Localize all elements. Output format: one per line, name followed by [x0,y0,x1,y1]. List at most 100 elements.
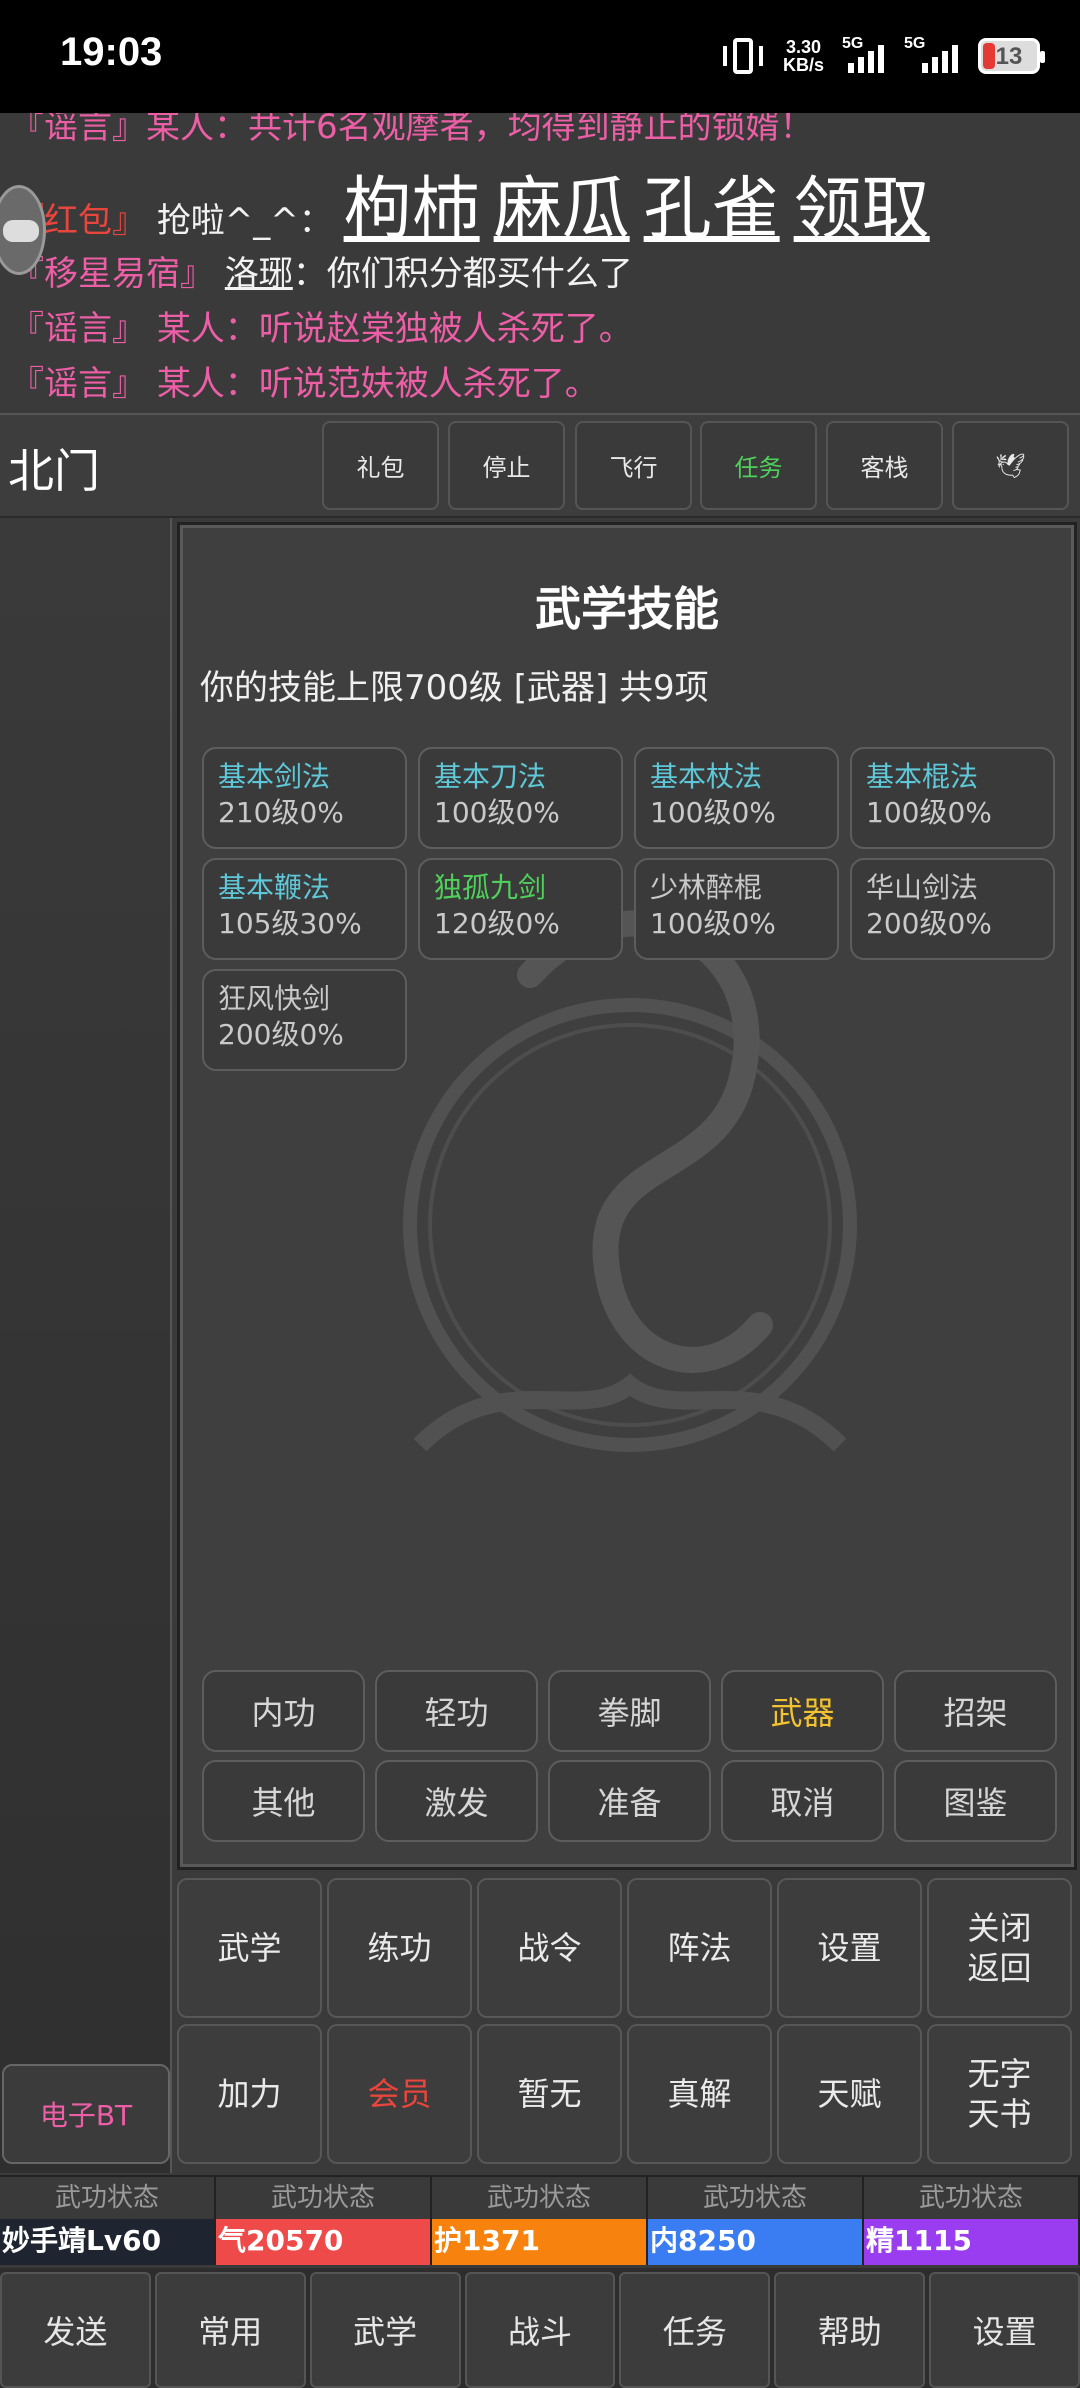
nav-send[interactable]: 发送 [0,2272,151,2388]
nav-battle[interactable]: 战斗 [464,2272,616,2388]
martial-state[interactable]: 武功状态 [0,2175,216,2219]
network-speed-unit: KB/s [782,55,824,75]
chat-text: ：你们积分都买什么了 [292,254,633,294]
tab-encyclopedia[interactable]: 图鉴 [894,1760,1057,1842]
essence-bar: 精1115 [864,2219,1080,2265]
settings-button[interactable]: 设置 [777,1878,922,2018]
chat-log[interactable]: 『谣言』某人：共计6名观摩者，均得到静止的锁婿！ 『红包』 抢啦^_^： 枸杮麻… [0,113,1080,413]
clock: 19:03 [60,30,163,74]
nav-quests[interactable]: 任务 [619,2272,771,2388]
nav-martial-arts[interactable]: 武学 [309,2272,461,2388]
tab-lightness[interactable]: 轻功 [375,1670,538,1752]
fly-button[interactable]: 飞行 [575,421,692,510]
signal-icon: 5G [842,35,886,73]
practice-button[interactable]: 练功 [327,1878,472,2018]
redpacket-word-link[interactable]: 孔雀 [644,170,780,249]
chat-text: 听说范妋被人杀死了。 [258,364,599,404]
skill-card[interactable]: 华山剑法 200级0% [850,858,1055,960]
nav-common[interactable]: 常用 [154,2272,306,2388]
skill-name: 基本棍法 [866,760,979,793]
skill-card[interactable]: 基本杖法 100级0% [634,747,839,849]
inn-button[interactable]: 客栈 [826,421,943,510]
skill-card[interactable]: 基本刀法 100级0% [418,747,623,849]
tab-other[interactable]: 其他 [202,1760,365,1842]
skill-name: 华山剑法 [866,871,979,904]
skill-name: 基本鞭法 [218,871,331,904]
chat-line: 『移星易宿』 洛琊：你们积分都买什么了 [10,246,633,295]
vip-button[interactable]: 会员 [327,2024,472,2164]
network-speed: 3.30 KB/s [783,38,824,74]
nav-help[interactable]: 帮助 [774,2272,926,2388]
skill-level: 100级0% [866,796,992,829]
martial-state[interactable]: 武功状态 [864,2175,1080,2219]
skill-card[interactable]: 基本鞭法 105级30% [202,858,407,960]
skill-level: 100级0% [650,796,776,829]
nav-settings[interactable]: 设置 [929,2272,1080,2388]
none-button[interactable]: 暂无 [477,2024,622,2164]
redpacket-word-link[interactable]: 麻瓜 [494,170,630,249]
chat-speaker: 某人： [156,309,259,349]
battle-pass-button[interactable]: 战令 [477,1878,622,2018]
status-bar: 19:03 3.30 KB/s 5G 5G 13 [0,0,1080,113]
tab-activate[interactable]: 激发 [375,1760,538,1842]
boost-button[interactable]: 加力 [177,2024,322,2164]
chat-tag: 『谣言』 [10,309,146,349]
formation-button[interactable]: 阵法 [627,1878,772,2018]
skill-name: 少林醉棍 [650,871,763,904]
skill-level: 100级0% [434,796,560,829]
skill-card[interactable]: 狂风快剑 200级0% [202,969,407,1071]
redpacket-word-link[interactable]: 枸杮 [344,170,480,249]
tab-weapon[interactable]: 武器 [721,1670,884,1752]
martial-state[interactable]: 武功状态 [648,2175,864,2219]
panel-title: 武学技能 [535,582,719,636]
redpacket-claim-link[interactable]: 领取 [794,170,930,249]
skill-card[interactable]: 独孤九剑 120级0% [418,858,623,960]
inner-force-bar: 内8250 [648,2219,864,2265]
location-bar: 北门 礼包 停止 飞行 任务 客栈 🕊 [0,413,1080,518]
chat-speaker-link[interactable]: 洛琊 [225,254,293,294]
talent-button[interactable]: 天赋 [777,2024,922,2164]
tab-cancel[interactable]: 取消 [721,1760,884,1842]
left-column [0,518,172,2173]
skill-card[interactable]: 少林醉棍 100级0% [634,858,839,960]
location-name: 北门 [8,444,100,498]
skill-name: 独孤九剑 [434,871,547,904]
quest-button[interactable]: 任务 [700,421,817,510]
vibrate-icon [721,36,765,76]
martial-arts-button[interactable]: 武学 [177,1878,322,2018]
skill-name: 基本剑法 [218,760,331,793]
chat-tag: 『谣言』 [10,364,146,404]
ebt-button[interactable]: 电子BT [2,2064,170,2164]
chat-line: 『谣言』某人：共计6名观摩者，均得到静止的锁婿！ [10,113,814,147]
chat-line: 『谣言』 某人：听说赵棠独被人杀死了。 [10,301,633,350]
chat-line: 『红包』 抢啦^_^： 枸杮 麻瓜 孔雀 领取 [10,153,944,252]
martial-state[interactable]: 武功状态 [216,2175,432,2219]
skill-level: 210级0% [218,796,344,829]
dove-icon-button[interactable]: 🕊 [952,421,1069,510]
stop-button[interactable]: 停止 [448,421,565,510]
signal-label: 5G [842,35,864,52]
skill-level: 100级0% [650,907,776,940]
qi-bar: 气20570 [216,2219,432,2265]
chat-line: 『谣言』 某人：听说范妋被人杀死了。 [10,356,599,405]
network-speed-value: 3.30 [785,37,822,57]
skill-level: 105级30% [218,907,362,940]
chat-text: 听说赵棠独被人杀死了。 [258,309,633,349]
action-grid: 武学 练功 战令 阵法 设置 关闭 返回 加力 会员 暂无 真解 天赋 无字 天… [177,1878,1077,2170]
tab-parry[interactable]: 招架 [894,1670,1057,1752]
status-icons: 3.30 KB/s 5G 5G 13 [721,35,1045,76]
martial-state[interactable]: 武功状态 [432,2175,648,2219]
wordless-book-button[interactable]: 无字 天书 [927,2024,1072,2164]
tab-internal[interactable]: 内功 [202,1670,365,1752]
skill-card[interactable]: 基本剑法 210级0% [202,747,407,849]
close-return-button[interactable]: 关闭 返回 [927,1878,1072,2018]
gift-pack-button[interactable]: 礼包 [322,421,439,510]
tab-prepare[interactable]: 准备 [548,1760,711,1842]
signal-icon: 5G [904,35,960,73]
skill-card[interactable]: 基本棍法 100级0% [850,747,1055,849]
skill-level: 200级0% [866,907,992,940]
skill-level: 120级0% [434,907,560,940]
guard-bar: 护1371 [432,2219,648,2265]
true-insight-button[interactable]: 真解 [627,2024,772,2164]
tab-fist[interactable]: 拳脚 [548,1670,711,1752]
